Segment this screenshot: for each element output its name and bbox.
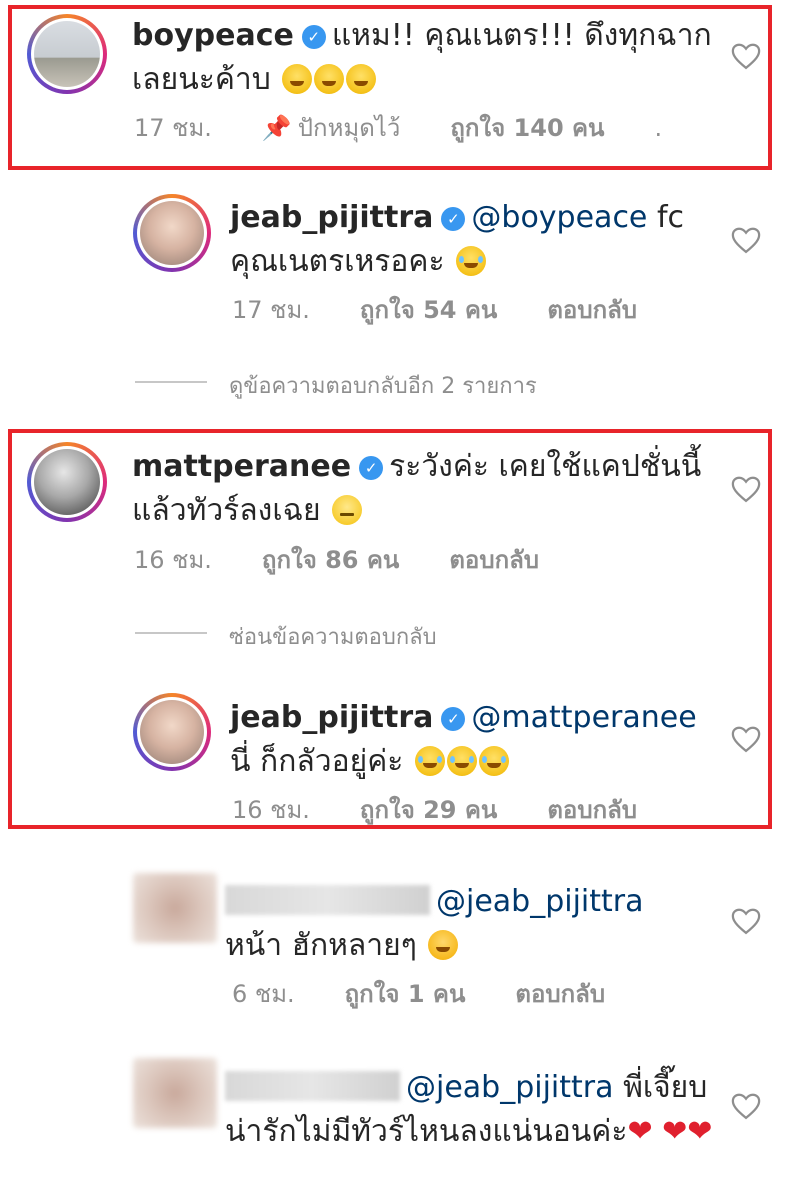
heart-outline-icon[interactable] xyxy=(731,907,761,935)
comment-body: jeab_pijittra ✓ @mattperanee นี่ ก็กลัวอยู… xyxy=(230,696,710,784)
comment-body: mattperanee ✓ ระวังค่ะ เคยใช้แคปชั่นนี้ แล… xyxy=(132,445,722,533)
avatar-jeab-pijittra[interactable] xyxy=(133,194,211,272)
comment-meta: 16 ชม. ถูกใจ 29 คน ตอบกลับ xyxy=(232,790,687,829)
timestamp: 17 ชม. xyxy=(232,296,310,324)
likes-count[interactable]: ถูกใจ 29 คน xyxy=(360,796,497,824)
likes-count[interactable]: ถูกใจ 140 คน xyxy=(450,114,604,142)
laughing-emoji xyxy=(446,746,477,776)
avatar-blurred[interactable] xyxy=(133,873,217,943)
laughing-emoji xyxy=(414,746,445,776)
avatar-blurred[interactable] xyxy=(133,1058,217,1128)
pin-label[interactable]: 📌 ปักหมุดไว้ xyxy=(262,114,400,142)
laughing-emoji xyxy=(456,246,487,276)
reply-button[interactable]: ตอบกลับ xyxy=(547,796,637,824)
timestamp: 16 ชม. xyxy=(134,546,212,574)
pin-icon: 📌 xyxy=(261,114,292,142)
avatar-boypeace[interactable] xyxy=(27,14,107,94)
username-blurred xyxy=(225,1071,400,1101)
comment-meta: 16 ชม. ถูกใจ 86 คน ตอบกลับ xyxy=(134,540,589,579)
likes-count[interactable]: ถูกใจ 54 คน xyxy=(360,296,497,324)
timestamp: 16 ชม. xyxy=(232,796,310,824)
neutral-emoji xyxy=(332,495,363,525)
username[interactable]: mattperanee xyxy=(132,449,351,484)
more-options[interactable]: . xyxy=(654,114,662,142)
comment-body: @jeab_pijittra พี่เจี๊ยบ น่ารักไม่มีทัวร… xyxy=(225,1066,715,1154)
replies-divider xyxy=(135,632,207,634)
mention-link[interactable]: @boypeace xyxy=(471,200,647,235)
heart-outline-icon[interactable] xyxy=(731,42,761,70)
reply-button[interactable]: ตอบกลับ xyxy=(515,980,605,1008)
comment-body: @jeab_pijittra หน้า ฮักหลายๆ xyxy=(225,880,705,968)
verified-badge-icon: ✓ xyxy=(301,25,326,49)
replies-divider xyxy=(135,381,207,383)
heart-outline-icon[interactable] xyxy=(731,475,761,503)
timestamp: 6 ชม. xyxy=(232,980,295,1008)
likes-count[interactable]: ถูกใจ 86 คน xyxy=(262,546,399,574)
timestamp: 17 ชม. xyxy=(134,114,212,142)
comment-body: boypeace ✓ แหม!! คุณเนตร!!! ดึงทุกฉาก เลยน… xyxy=(132,14,722,102)
avatar-jeab-pijittra[interactable] xyxy=(133,693,211,771)
comment-text: หน้า ฮักหลายๆ xyxy=(225,928,417,963)
red-heart-emoji: ❤ xyxy=(687,1114,713,1149)
heart-outline-icon[interactable] xyxy=(731,226,761,254)
red-heart-emoji: ❤ xyxy=(627,1114,653,1149)
verified-badge-icon: ✓ xyxy=(441,207,466,231)
comment-meta: 6 ชม. ถูกใจ 1 คน ตอบกลับ xyxy=(232,974,655,1013)
username-blurred xyxy=(225,885,430,915)
mention-link[interactable]: @jeab_pijittra xyxy=(406,1070,614,1105)
hide-replies-link[interactable]: ซ่อนข้อความตอบกลับ xyxy=(229,619,437,654)
username[interactable]: boypeace xyxy=(132,18,294,53)
grinning-emoji xyxy=(282,64,313,94)
heart-outline-icon[interactable] xyxy=(731,725,761,753)
username[interactable]: jeab_pijittra xyxy=(230,200,433,235)
verified-badge-icon: ✓ xyxy=(441,707,466,731)
mention-link[interactable]: @jeab_pijittra xyxy=(436,884,644,919)
likes-count[interactable]: ถูกใจ 1 คน xyxy=(345,980,466,1008)
comment-meta: 17 ชม. 📌 ปักหมุดไว้ ถูกใจ 140 คน. xyxy=(134,108,662,147)
reply-button[interactable]: ตอบกลับ xyxy=(547,296,637,324)
view-more-replies-link[interactable]: ดูข้อความตอบกลับอีก 2 รายการ xyxy=(229,368,537,403)
avatar-mattperanee[interactable] xyxy=(27,442,107,522)
mention-link[interactable]: @mattperanee xyxy=(471,700,696,735)
laughing-emoji xyxy=(478,746,509,776)
kiss-emoji xyxy=(428,930,459,960)
grinning-emoji xyxy=(346,64,377,94)
red-heart-emoji: ❤ xyxy=(662,1114,688,1149)
comment-body: jeab_pijittra ✓ @boypeace fc คุณเนตรเหรอคะ xyxy=(230,196,710,284)
comment-meta: 17 ชม. ถูกใจ 54 คน ตอบกลับ xyxy=(232,290,687,329)
comment-text: นี่ ก็กลัวอยู่ค่ะ xyxy=(230,744,404,779)
username[interactable]: jeab_pijittra xyxy=(230,700,433,735)
reply-button[interactable]: ตอบกลับ xyxy=(449,546,539,574)
heart-outline-icon[interactable] xyxy=(731,1092,761,1120)
grinning-emoji xyxy=(314,64,345,94)
verified-badge-icon: ✓ xyxy=(359,456,384,480)
